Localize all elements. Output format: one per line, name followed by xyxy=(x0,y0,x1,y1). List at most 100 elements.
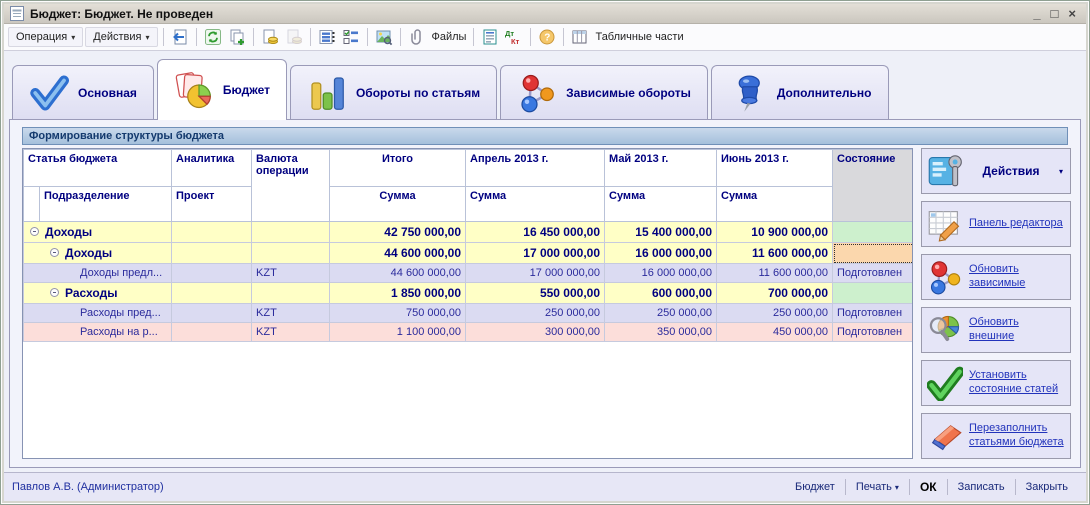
minimize-button[interactable]: _ xyxy=(1033,7,1040,21)
currency-cell[interactable] xyxy=(252,222,330,243)
collapse-icon[interactable] xyxy=(50,248,59,257)
close-form-button[interactable]: Закрыть xyxy=(1016,478,1078,496)
table-parts-icon[interactable] xyxy=(569,27,591,48)
close-button[interactable]: × xyxy=(1068,7,1076,21)
col-header-proekt[interactable]: Проект xyxy=(172,187,252,222)
col-header-summa[interactable]: Сумма xyxy=(330,187,466,222)
budget-item-cell[interactable]: Расходы пред... xyxy=(24,304,172,323)
amount-cell[interactable]: 1 850 000,00 xyxy=(330,283,466,304)
currency-cell[interactable]: KZT xyxy=(252,264,330,283)
amount-cell[interactable]: 44 600 000,00 xyxy=(330,264,466,283)
amount-cell[interactable]: 11 600 000,00 xyxy=(717,264,833,283)
budget-item-cell[interactable]: Расходы xyxy=(24,283,172,304)
amount-cell[interactable]: 350 000,00 xyxy=(605,323,717,342)
status-cell[interactable]: Подготовлен xyxy=(833,323,913,342)
tab-oboroty-po-statyam[interactable]: Обороты по статьям xyxy=(290,65,497,119)
col-header-sostoyanie[interactable]: Состояние xyxy=(833,150,913,222)
amount-cell[interactable]: 300 000,00 xyxy=(466,323,605,342)
col-header-valyuta[interactable]: Валюта операции xyxy=(252,150,330,222)
analytics-cell[interactable] xyxy=(172,283,252,304)
maximize-button[interactable]: □ xyxy=(1051,7,1059,21)
amount-cell[interactable]: 44 600 000,00 xyxy=(330,243,466,264)
amount-cell[interactable]: 250 000,00 xyxy=(717,304,833,323)
col-header-statya[interactable]: Статья бюджета xyxy=(24,150,172,187)
list-settings-icon[interactable] xyxy=(316,27,338,48)
budget-item-cell[interactable]: Доходы xyxy=(24,243,172,264)
status-cell[interactable] xyxy=(833,222,913,243)
table-parts-button[interactable]: Табличные части xyxy=(593,31,685,43)
amount-cell[interactable]: 600 000,00 xyxy=(605,283,717,304)
status-cell-selected[interactable] xyxy=(833,243,913,264)
collapse-icon[interactable] xyxy=(30,227,39,236)
amount-cell[interactable]: 16 000 000,00 xyxy=(605,243,717,264)
budget-item-cell[interactable]: Доходы xyxy=(24,222,172,243)
amount-cell[interactable]: 15 400 000,00 xyxy=(605,222,717,243)
col-header-summa[interactable]: Сумма xyxy=(605,187,717,222)
files-button[interactable]: Файлы xyxy=(430,31,469,43)
operation-menu-button[interactable]: Операция▾ xyxy=(8,27,83,47)
amount-cell[interactable]: 750 000,00 xyxy=(330,304,466,323)
analytics-cell[interactable] xyxy=(172,264,252,283)
currency-cell[interactable]: KZT xyxy=(252,304,330,323)
paperclip-icon[interactable] xyxy=(406,27,428,48)
col-header-podrazdelenie[interactable]: Подразделение xyxy=(40,187,172,222)
analytics-cell[interactable] xyxy=(172,323,252,342)
currency-cell[interactable] xyxy=(252,243,330,264)
col-header-april[interactable]: Апрель 2013 г. xyxy=(466,150,605,187)
amount-cell[interactable]: 16 450 000,00 xyxy=(466,222,605,243)
amount-cell[interactable]: 1 100 000,00 xyxy=(330,323,466,342)
col-header-itogo[interactable]: Итого xyxy=(330,150,466,187)
navigate-document-icon[interactable] xyxy=(169,27,191,48)
amount-cell[interactable]: 700 000,00 xyxy=(717,283,833,304)
tab-byudzhet[interactable]: Бюджет xyxy=(157,59,287,120)
col-header-may[interactable]: Май 2013 г. xyxy=(605,150,717,187)
checklist-settings-icon[interactable] xyxy=(340,27,362,48)
currency-cell[interactable] xyxy=(252,283,330,304)
editor-panel-button[interactable]: Панель редактора xyxy=(921,201,1071,247)
status-cell[interactable] xyxy=(833,283,913,304)
currency-cell[interactable]: KZT xyxy=(252,323,330,342)
status-cell[interactable]: Подготовлен xyxy=(833,264,913,283)
tab-osnovnaya[interactable]: Основная xyxy=(12,65,154,119)
ok-button[interactable]: ОК xyxy=(910,477,947,497)
help-icon[interactable]: ? xyxy=(536,27,558,48)
analytics-cell[interactable] xyxy=(172,222,252,243)
print-footer-button[interactable]: Печать ▾ xyxy=(846,478,909,496)
document-journal-icon[interactable] xyxy=(479,27,501,48)
analytics-cell[interactable] xyxy=(172,304,252,323)
amount-cell[interactable]: 42 750 000,00 xyxy=(330,222,466,243)
col-header-summa[interactable]: Сумма xyxy=(466,187,605,222)
post-document-icon[interactable] xyxy=(259,27,281,48)
refresh-dependent-button[interactable]: Обновить зависимые xyxy=(921,254,1071,300)
col-header-june[interactable]: Июнь 2013 г. xyxy=(717,150,833,187)
unpost-document-icon[interactable] xyxy=(283,27,305,48)
copy-add-icon[interactable] xyxy=(226,27,248,48)
budget-item-cell[interactable]: Доходы предл... xyxy=(24,264,172,283)
collapse-icon[interactable] xyxy=(50,288,59,297)
analytics-cell[interactable] xyxy=(172,243,252,264)
budget-item-cell[interactable]: Расходы на р... xyxy=(24,323,172,342)
amount-cell[interactable]: 250 000,00 xyxy=(466,304,605,323)
dt-kt-icon[interactable]: ДтКт xyxy=(503,27,525,48)
amount-cell[interactable]: 16 000 000,00 xyxy=(605,264,717,283)
budget-footer-button[interactable]: Бюджет xyxy=(785,478,845,496)
amount-cell[interactable]: 17 000 000,00 xyxy=(466,264,605,283)
save-button[interactable]: Записать xyxy=(948,478,1015,496)
amount-cell[interactable]: 250 000,00 xyxy=(605,304,717,323)
amount-cell[interactable]: 11 600 000,00 xyxy=(717,243,833,264)
tab-zavisimye-oboroty[interactable]: Зависимые обороты xyxy=(500,65,708,119)
refill-items-button[interactable]: Перезаполнить статьями бюджета xyxy=(921,413,1071,459)
refresh-icon[interactable] xyxy=(202,27,224,48)
refresh-external-button[interactable]: Обновить внешние xyxy=(921,307,1071,353)
picture-report-icon[interactable] xyxy=(373,27,395,48)
actions-button[interactable]: Действия ▾ xyxy=(921,148,1071,194)
amount-cell[interactable]: 450 000,00 xyxy=(717,323,833,342)
amount-cell[interactable]: 550 000,00 xyxy=(466,283,605,304)
tab-dopolnitelno[interactable]: Дополнительно xyxy=(711,65,889,119)
amount-cell[interactable]: 17 000 000,00 xyxy=(466,243,605,264)
col-header-analitika[interactable]: Аналитика xyxy=(172,150,252,187)
col-header-summa[interactable]: Сумма xyxy=(717,187,833,222)
set-state-button[interactable]: Установить состояние статей xyxy=(921,360,1071,406)
amount-cell[interactable]: 10 900 000,00 xyxy=(717,222,833,243)
actions-menu-button[interactable]: Действия▾ xyxy=(85,27,157,47)
